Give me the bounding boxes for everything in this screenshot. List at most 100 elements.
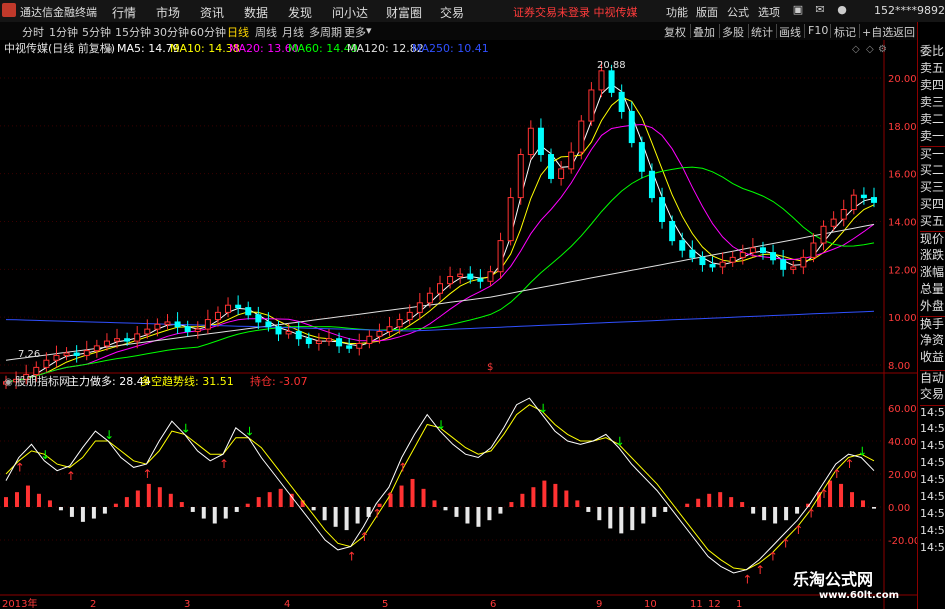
candle-body [558, 168, 565, 179]
diamond-icon[interactable]: ◇ [866, 44, 874, 55]
period-30min[interactable]: 30分钟 [153, 24, 189, 40]
tool-mark[interactable]: 标记 [834, 24, 856, 40]
collapse-icon[interactable]: ◉ [104, 44, 113, 55]
period-timeshare[interactable]: 分时 [22, 24, 44, 40]
candle-body [598, 70, 605, 91]
candle-body [628, 110, 635, 144]
period-weekly[interactable]: 周线 [255, 24, 277, 40]
candle-body [739, 252, 746, 258]
tick-time: 14:56 [920, 473, 945, 486]
tool-overlay[interactable]: 叠加 [693, 24, 715, 40]
candle-body [578, 120, 585, 153]
date-tick: 11 [690, 599, 703, 609]
tick-time: 14:56 [920, 405, 945, 419]
candle-body [406, 311, 413, 321]
divider [804, 24, 805, 38]
tool-add-watch[interactable]: +自选 [862, 24, 893, 40]
event-marker[interactable]: $ [487, 362, 493, 373]
candle-body [356, 342, 363, 349]
period-5min[interactable]: 5分钟 [82, 24, 111, 40]
user-icon[interactable]: ● [834, 3, 850, 17]
menu-layout[interactable]: 版面 [696, 4, 718, 20]
candle-body [850, 194, 857, 211]
candle-body [830, 218, 837, 227]
candle-body [315, 340, 322, 344]
candle-body [33, 366, 40, 376]
tool-stats[interactable]: 统计 [751, 24, 773, 40]
mail-icon[interactable]: ✉ [812, 3, 828, 17]
menu-ask[interactable]: 问小达 [332, 4, 368, 21]
candle-body [184, 326, 191, 333]
period-multi[interactable]: 多周期 [309, 24, 342, 40]
period-daily[interactable]: 日线 [227, 24, 249, 40]
price-tick: 12.00 [888, 265, 917, 276]
menu-trade[interactable]: 交易 [440, 4, 464, 21]
menu-options[interactable]: 选项 [758, 4, 780, 20]
skin-icon[interactable]: ▣ [790, 3, 806, 17]
menu-formula[interactable]: 公式 [727, 4, 749, 20]
tool-back[interactable]: 返回 [893, 24, 915, 40]
candle-body [467, 273, 474, 280]
menu-discover[interactable]: 发现 [288, 4, 312, 21]
candle-body [860, 194, 867, 199]
candle-body [487, 271, 494, 282]
indicator-collapse-icon[interactable]: ◉ [4, 377, 13, 388]
date-tick: 2 [90, 599, 96, 609]
tool-draw[interactable]: 画线 [779, 24, 801, 40]
more-dropdown-icon[interactable]: ▾ [366, 24, 372, 37]
buy-arrow-icon: ↑ [793, 523, 803, 537]
menu-data[interactable]: 数据 [244, 4, 268, 21]
period-60min[interactable]: 60分钟 [190, 24, 226, 40]
quote-side-panel: 委比 卖五 卖四 卖三 卖二 卖一 买一 买二 买三 买四 买五 现价 涨跌 涨… [917, 22, 945, 609]
watermark: 乐淘公式网 www.60lt.com [793, 566, 923, 606]
candle-body [568, 151, 575, 170]
buy-arrow-icon: ↑ [742, 573, 752, 587]
candle-body [114, 338, 121, 342]
price-tick: 16.00 [888, 170, 917, 181]
candle-body [103, 340, 110, 347]
sell-arrow-icon: ↓ [857, 445, 867, 459]
period-1min[interactable]: 1分钟 [49, 24, 78, 40]
menu-wealth[interactable]: 财富圈 [386, 4, 422, 21]
menu-market[interactable]: 市场 [156, 4, 180, 21]
indicator-tick: 0.00 [888, 503, 910, 514]
candle-body [749, 247, 756, 254]
label-bid4: 买四 [920, 197, 945, 211]
login-warning[interactable]: 证券交易未登录 中视传媒 [513, 4, 638, 20]
candle-body [386, 326, 393, 333]
candle-body [73, 352, 80, 356]
tool-adjust[interactable]: 复权 [664, 24, 686, 40]
diamond-icon[interactable]: ◇ [852, 44, 860, 55]
kline-chart[interactable]: 中视传媒(日线 前复权) ◉ MA5: 14.79 MA10: 14.38 MA… [0, 40, 917, 609]
candle-body [134, 333, 141, 342]
date-tick: 12 [708, 599, 721, 609]
candle-body [366, 335, 373, 344]
buy-arrow-icon: ↑ [781, 536, 791, 550]
period-15min[interactable]: 15分钟 [115, 24, 151, 40]
buy-arrow-icon: ↑ [372, 507, 382, 521]
period-more[interactable]: 更多 [344, 24, 366, 40]
ma250-label: MA250: 10.41 [412, 42, 489, 55]
title-bar: 通达信金融终端 行情 市场 资讯 数据 发现 问小达 财富圈 交易 证券交易未登… [0, 0, 945, 23]
trade-label[interactable]: 交易 [920, 387, 945, 401]
user-account[interactable]: 152****9892 [874, 4, 945, 17]
menu-news[interactable]: 资讯 [200, 4, 224, 21]
date-tick: 4 [284, 599, 290, 609]
high-price-label: 20.88 [597, 60, 626, 71]
tool-f10[interactable]: F10 [808, 24, 828, 37]
candle-body [325, 338, 332, 342]
watermark-title: 乐淘公式网 [793, 570, 874, 589]
date-tick: 10 [644, 599, 657, 609]
menu-function[interactable]: 功能 [666, 4, 688, 20]
menu-quotes[interactable]: 行情 [112, 4, 136, 21]
buy-arrow-icon: ↑ [755, 563, 765, 577]
buy-arrow-icon: ↑ [219, 457, 229, 471]
label-outer-vol: 外盘 [920, 299, 945, 313]
tool-multistock[interactable]: 多股 [722, 24, 744, 40]
date-tick: 3 [184, 599, 190, 609]
period-monthly[interactable]: 月线 [282, 24, 304, 40]
auto-trade-toggle[interactable]: 自动 [920, 370, 945, 385]
candle-body [699, 256, 706, 266]
gear-icon[interactable]: ⚙ [878, 44, 887, 55]
sell-arrow-icon: ↓ [181, 421, 191, 435]
